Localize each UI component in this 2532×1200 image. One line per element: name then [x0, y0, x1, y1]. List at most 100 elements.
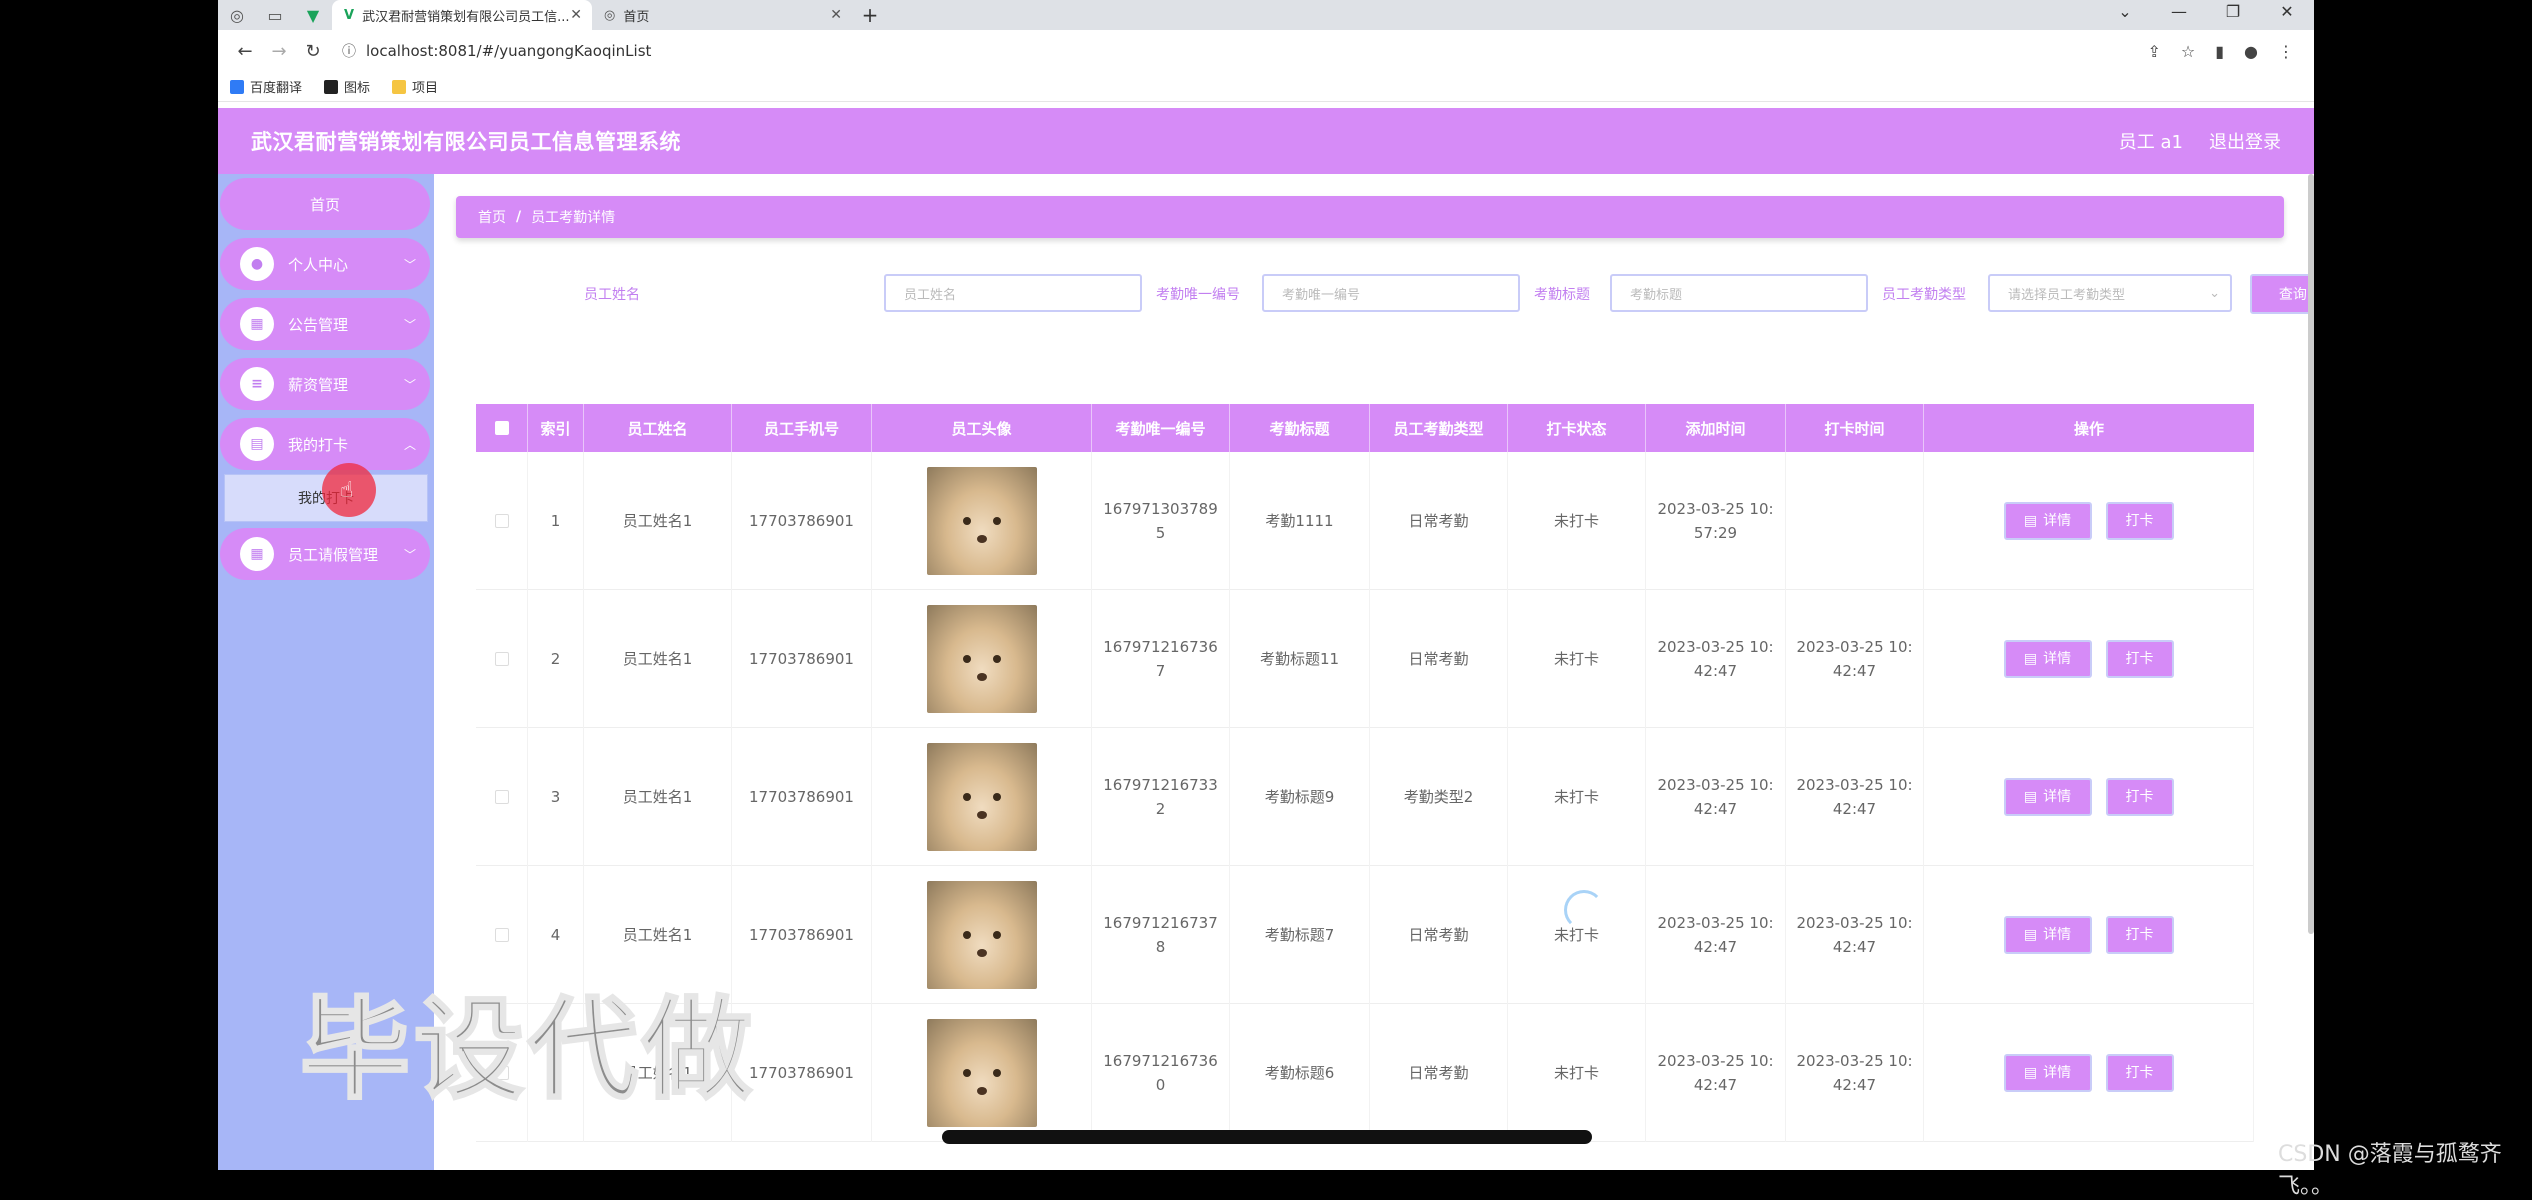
name-input[interactable]: 员工姓名	[884, 274, 1142, 312]
restore-icon[interactable]: ❐	[2206, 0, 2260, 30]
document-icon: ▤	[2023, 927, 2038, 943]
select-all-checkbox[interactable]	[494, 421, 509, 435]
scrollbar[interactable]	[2308, 174, 2314, 934]
avatar-cell	[872, 728, 1092, 866]
actions-cell: ▤ 详情 打卡	[1924, 452, 2254, 590]
sidebar-item-punch[interactable]: ▤ 我的打卡 ︿	[220, 418, 430, 470]
checkbox-cell	[476, 728, 528, 866]
tab-label: 首页	[623, 9, 650, 25]
minimize-icon[interactable]: —	[2152, 0, 2206, 30]
row-checkbox[interactable]	[494, 790, 509, 804]
detail-button[interactable]: ▤ 详情	[2003, 778, 2092, 816]
grid-icon: ▦	[240, 307, 274, 341]
punch-time-cell	[1786, 452, 1924, 590]
info-icon[interactable]: ⓘ	[342, 41, 356, 61]
address-bar-actions: ⇪ ☆ ▮ ● ⋮	[2147, 42, 2304, 61]
code-input[interactable]: 考勤唯一编号	[1262, 274, 1520, 312]
left-letterbox	[0, 0, 218, 1170]
title-input[interactable]: 考勤标题	[1610, 274, 1868, 312]
phone-cell: 17703786901	[732, 590, 872, 728]
globe-icon[interactable]: ◎	[218, 0, 256, 30]
actions-cell: ▤ 详情 打卡	[1924, 590, 2254, 728]
row-checkbox[interactable]	[494, 652, 509, 666]
breadcrumb-home[interactable]: 首页	[478, 207, 506, 227]
column-header: 索引	[528, 404, 584, 452]
bookmark-item[interactable]: 百度翻译	[230, 77, 302, 96]
close-icon[interactable]: ✕	[570, 7, 582, 23]
star-icon[interactable]: ☆	[2181, 42, 2195, 61]
logout-link[interactable]: 退出登录	[2209, 128, 2281, 154]
title-cell: 考勤1111	[1230, 452, 1370, 590]
name-cell: 员工姓名1	[584, 590, 732, 728]
sidebar-item-profile[interactable]: ● 个人中心 ﹀	[220, 238, 430, 290]
chevron-down-icon[interactable]: ⌄	[2098, 0, 2152, 30]
tab-label: 武汉君耐营销策划有限公司员工信...	[362, 9, 570, 25]
detail-button[interactable]: ▤ 详情	[2003, 916, 2092, 954]
detail-button[interactable]: ▤ 详情	[2003, 1054, 2092, 1092]
list-icon: ≡	[240, 367, 274, 401]
folder-icon	[392, 79, 407, 94]
column-header: 员工姓名	[584, 404, 732, 452]
chevron-down-icon: ﹀	[403, 317, 416, 332]
filter-label-type: 员工考勤类型	[1882, 287, 1966, 303]
share-icon[interactable]: ⇪	[2147, 42, 2160, 61]
right-letterbox	[2314, 0, 2532, 1170]
employee-avatar	[926, 1019, 1037, 1127]
browser-tab-active[interactable]: V 武汉君耐营销策划有限公司员工信... ✕	[332, 0, 592, 30]
column-header: 员工手机号	[732, 404, 872, 452]
column-header: 打卡状态	[1508, 404, 1646, 452]
browser-tab[interactable]: ◎ 首页 ✕	[592, 0, 852, 30]
punch-button[interactable]: 打卡	[2105, 916, 2174, 954]
vue-icon[interactable]: ▼	[294, 0, 332, 30]
search-button[interactable]: 查询 ⚲	[2250, 274, 2314, 314]
detail-button[interactable]: ▤ 详情	[2003, 640, 2092, 678]
column-header: 操作	[2073, 419, 2104, 438]
column-header: 员工头像	[872, 404, 1092, 452]
bookmark-item[interactable]: 项目	[392, 77, 438, 96]
type-cell: 考勤类型2	[1370, 728, 1508, 866]
row-checkbox[interactable]	[494, 928, 509, 942]
page-icon[interactable]: ▭	[256, 0, 294, 30]
home-indicator[interactable]	[942, 1130, 1592, 1144]
sidepanel-icon[interactable]: ▮	[2215, 42, 2224, 61]
document-icon: ▤	[2023, 789, 2038, 805]
punch-button[interactable]: 打卡	[2105, 778, 2174, 816]
new-tab-button[interactable]: +	[852, 0, 888, 30]
status-cell: 未打卡	[1508, 590, 1646, 728]
row-checkbox[interactable]	[494, 514, 509, 528]
reload-icon[interactable]: ↻	[296, 41, 330, 62]
watermark-text: 毕设代做	[299, 985, 756, 1116]
user-icon: ●	[240, 247, 274, 281]
url-text: localhost:8081/#/yuangongKaoqinList	[366, 42, 652, 60]
name-cell: 员工姓名1	[584, 728, 732, 866]
bookmark-item[interactable]: 图标	[324, 77, 370, 96]
table-header: 索引 员工姓名 员工手机号 员工头像 考勤唯一编号 考勤标题 员工考勤类型 打卡…	[476, 404, 2254, 452]
sidebar-item-salary[interactable]: ≡ 薪资管理 ﹀	[220, 358, 430, 410]
punch-button[interactable]: 打卡	[2105, 502, 2174, 540]
profile-icon[interactable]: ●	[2244, 42, 2258, 61]
detail-button[interactable]: ▤ 详情	[2003, 502, 2092, 540]
close-icon[interactable]: ✕	[2260, 0, 2314, 30]
added-time-cell: 2023-03-25 10: 42:47	[1646, 728, 1786, 866]
screen: ◎ ▭ ▼ V 武汉君耐营销策划有限公司员工信... ✕ ◎ 首页 ✕ + ⌄ …	[218, 0, 2314, 1170]
sidebar-item-home[interactable]: 首页	[220, 178, 430, 230]
chevron-down-icon: ﹀	[403, 257, 416, 272]
sidebar-item-notices[interactable]: ▦ 公告管理 ﹀	[220, 298, 430, 350]
column-header: 考勤唯一编号	[1092, 404, 1230, 452]
url-field[interactable]: ⓘ localhost:8081/#/yuangongKaoqinList	[342, 41, 651, 61]
column-header: 考勤标题	[1230, 404, 1370, 452]
type-select[interactable]: 请选择员工考勤类型 ⌄	[1988, 274, 2232, 312]
browser-tab-bar: ◎ ▭ ▼ V 武汉君耐营销策划有限公司员工信... ✕ ◎ 首页 ✕ + ⌄ …	[218, 0, 2314, 30]
menu-icon[interactable]: ⋮	[2278, 42, 2294, 61]
document-icon: ▤	[2023, 651, 2038, 667]
employee-avatar	[926, 881, 1037, 989]
punch-button[interactable]: 打卡	[2105, 1054, 2174, 1092]
name-cell: 员工姓名1	[584, 452, 732, 590]
close-icon[interactable]: ✕	[830, 7, 842, 23]
back-icon[interactable]: ←	[228, 41, 262, 62]
punch-button[interactable]: 打卡	[2105, 640, 2174, 678]
forward-icon[interactable]: →	[262, 41, 296, 62]
sidebar-item-leave[interactable]: ▦ 员工请假管理 ﹀	[220, 528, 430, 580]
table-row: 1 员工姓名1 17703786901 167971303789 5 考勤1111 日常考勤…	[476, 452, 2254, 590]
index-cell: 2	[528, 590, 584, 728]
